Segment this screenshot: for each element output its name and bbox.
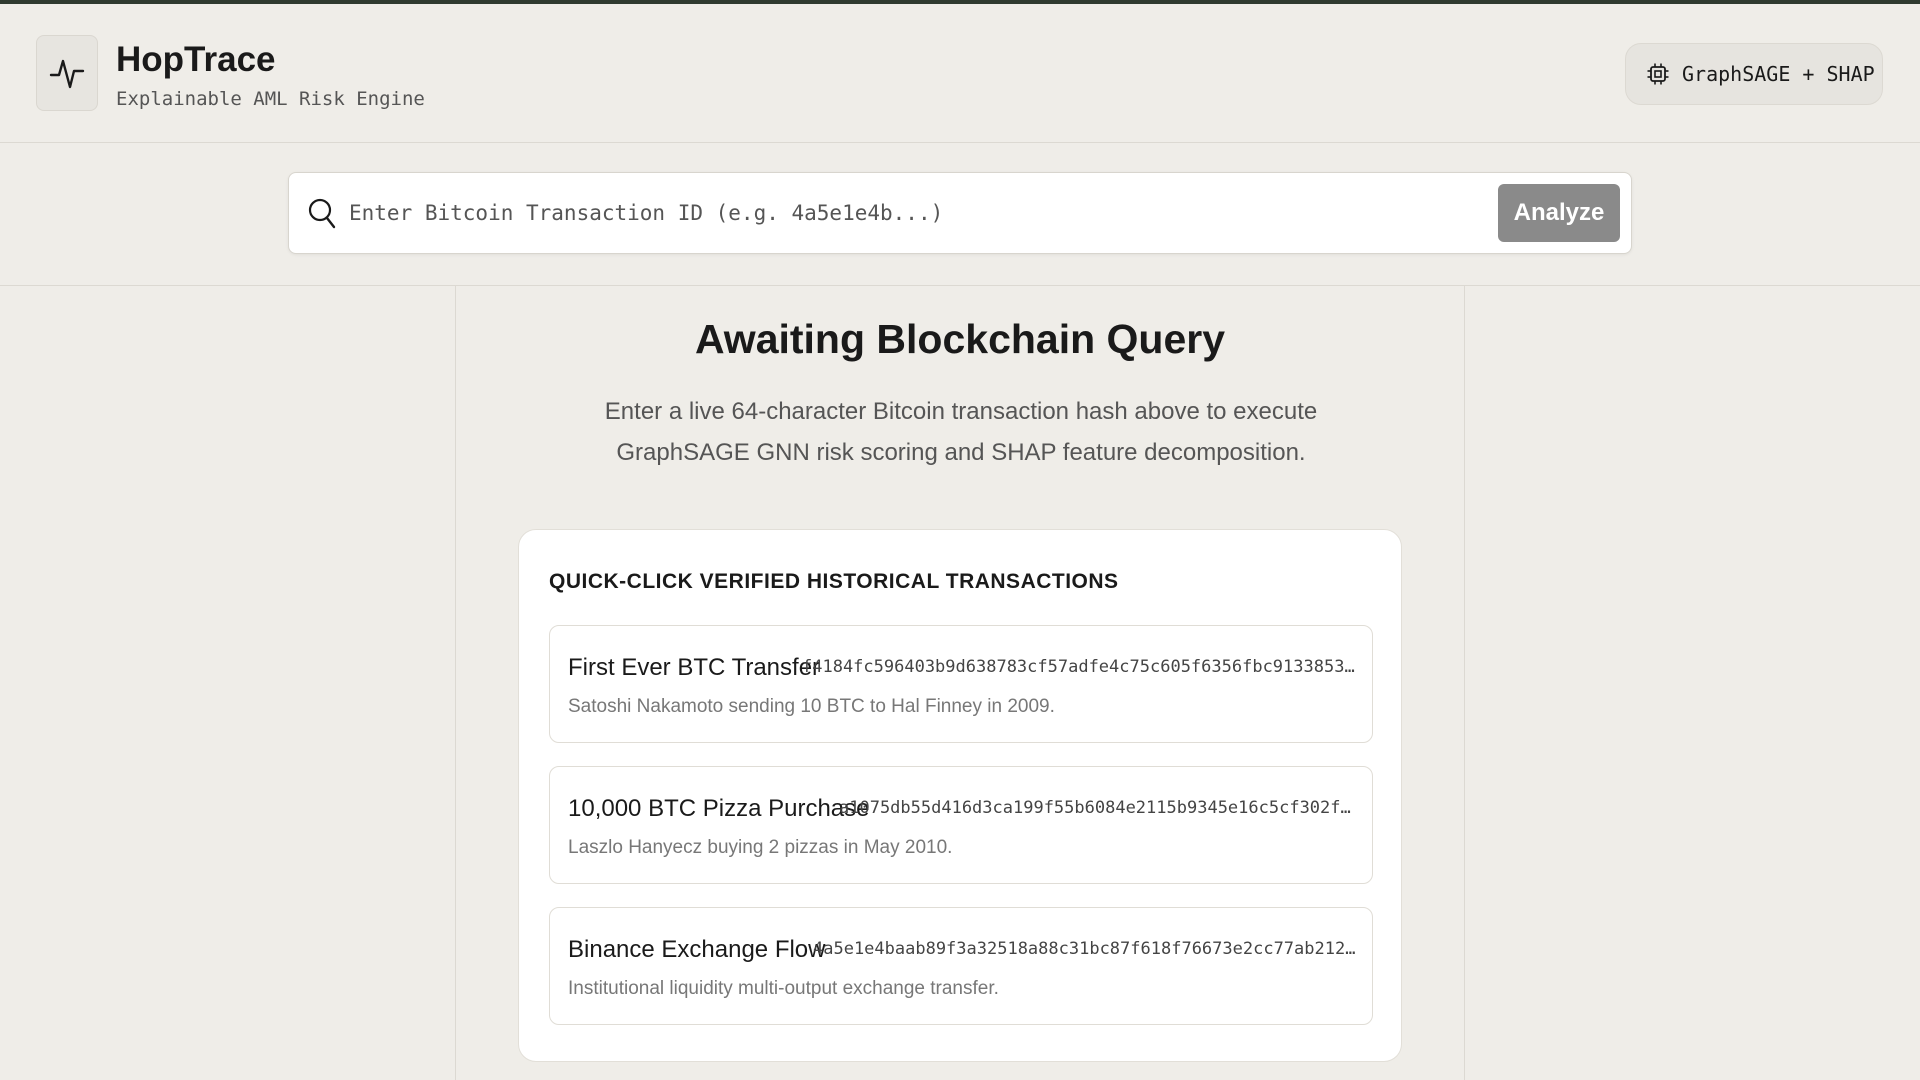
transaction-hash: f4184fc596403b9d638783cf57adfe4c75c605f6… [802, 657, 1358, 677]
transaction-title: First Ever BTC Transfer [568, 654, 821, 681]
search-section: Analyze [0, 144, 1920, 286]
search-bar: Analyze [288, 172, 1632, 254]
quick-transaction-item[interactable]: Binance Exchange Flow 4a5e1e4baab89f3a32… [549, 907, 1373, 1025]
model-badge-label: GraphSAGE + SHAP [1682, 62, 1875, 86]
activity-pulse-icon [49, 59, 85, 89]
transaction-title: 10,000 BTC Pizza Purchase [568, 795, 870, 822]
quick-transaction-item[interactable]: 10,000 BTC Pizza Purchase a1075db55d416d… [549, 766, 1373, 884]
search-icon [308, 198, 336, 229]
quick-click-heading: QUICK-CLICK VERIFIED HISTORICAL TRANSACT… [549, 570, 1119, 593]
app-title: HopTrace [116, 40, 276, 79]
transaction-hash: a1075db55d416d3ca199f55b6084e2115b9345e1… [839, 798, 1359, 818]
transaction-description: Satoshi Nakamoto sending 10 BTC to Hal F… [568, 696, 1055, 717]
analyze-button[interactable]: Analyze [1498, 184, 1620, 242]
logo-badge [36, 35, 98, 111]
quick-transaction-item[interactable]: First Ever BTC Transfer f4184fc596403b9d… [549, 625, 1373, 743]
transaction-id-input[interactable] [349, 185, 1459, 241]
page-title: Awaiting Blockchain Query [694, 316, 1226, 362]
transaction-hash: 4a5e1e4baab89f3a32518a88c31bc87f618f7667… [813, 939, 1358, 959]
transaction-title: Binance Exchange Flow [568, 936, 826, 963]
page-description: Enter a live 64-character Bitcoin transa… [604, 398, 1318, 466]
transaction-description: Laszlo Hanyecz buying 2 pizzas in May 20… [568, 837, 953, 858]
cpu-chip-icon [1647, 63, 1669, 85]
main-panel: Awaiting Blockchain Query Enter a live 6… [455, 286, 1465, 1080]
quick-click-card: QUICK-CLICK VERIFIED HISTORICAL TRANSACT… [518, 529, 1402, 1062]
app-header: HopTrace Explainable AML Risk Engine Gra… [0, 4, 1920, 143]
transaction-description: Institutional liquidity multi-output exc… [568, 978, 999, 999]
app-subtitle: Explainable AML Risk Engine [116, 88, 425, 110]
model-badge: GraphSAGE + SHAP [1625, 43, 1883, 105]
